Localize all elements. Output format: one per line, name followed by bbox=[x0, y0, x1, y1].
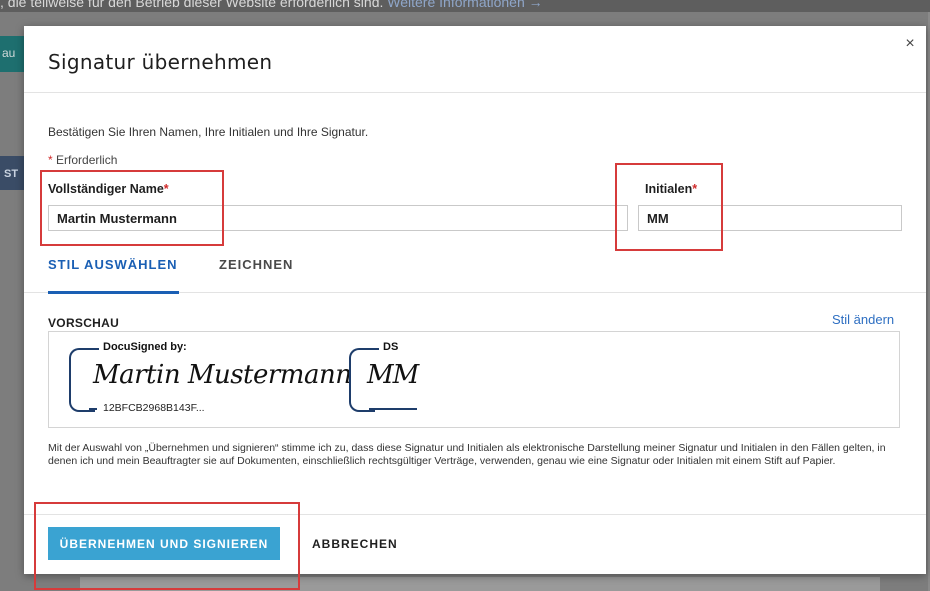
tab-select-style[interactable]: STIL AUSWÄHLEN bbox=[48, 257, 179, 294]
background-banner-text: , die teilweise für den Betrieb dieser W… bbox=[0, 0, 543, 10]
signature-bracket-bottom bbox=[89, 408, 97, 410]
preview-label: VORSCHAU bbox=[48, 316, 120, 330]
background-banner-message: , die teilweise für den Betrieb dieser W… bbox=[0, 0, 384, 10]
full-name-label: Vollständiger Name* bbox=[48, 182, 169, 196]
adopt-and-sign-button[interactable]: ÜBERNEHMEN UND SIGNIEREN bbox=[48, 527, 280, 560]
background-bottom-panel bbox=[80, 577, 880, 591]
initials-script: MM bbox=[367, 360, 419, 390]
initials-label: Initialen* bbox=[645, 182, 697, 196]
initials-input[interactable] bbox=[638, 205, 902, 231]
footer-divider bbox=[24, 514, 926, 515]
required-star: * bbox=[48, 153, 53, 167]
signature-bracket-top bbox=[89, 348, 99, 350]
signature-script: Martin Mustermann bbox=[93, 360, 352, 390]
background-banner-link: Weitere Informationen → bbox=[387, 0, 543, 10]
background-teal-tab-text: au bbox=[2, 46, 16, 60]
initials-bracket-bottom bbox=[369, 408, 417, 410]
full-name-required-star: * bbox=[163, 182, 169, 196]
background-strip-text: ST bbox=[4, 168, 19, 180]
initials-header: DS bbox=[383, 341, 399, 353]
initials-required-star: * bbox=[692, 182, 698, 196]
adopt-signature-dialog: Signatur übernehmen × Bestätigen Sie Ihr… bbox=[24, 26, 926, 574]
signature-mode-tabs: STIL AUSWÄHLEN ZEICHNEN bbox=[24, 248, 926, 294]
cancel-button[interactable]: ABBRECHEN bbox=[304, 527, 397, 560]
dialog-header: Signatur übernehmen × bbox=[24, 26, 926, 93]
change-style-link[interactable]: Stil ändern bbox=[832, 312, 894, 327]
initials-bracket-top bbox=[369, 348, 379, 350]
signature-header: DocuSigned by: bbox=[103, 341, 187, 353]
dialog-title: Signatur übernehmen bbox=[48, 50, 273, 74]
signature-code: 12BFCB2968B143F... bbox=[103, 402, 205, 414]
signature-preview-box: DocuSigned by: Martin Mustermann 12BFCB2… bbox=[48, 331, 900, 428]
initials-preview: DS MM bbox=[349, 341, 429, 414]
background-cookie-banner: , die teilweise für den Betrieb dieser W… bbox=[0, 0, 930, 12]
signature-preview: DocuSigned by: Martin Mustermann 12BFCB2… bbox=[69, 341, 352, 414]
initials-label-text: Initialen bbox=[645, 182, 693, 196]
signature-bracket bbox=[69, 348, 95, 412]
required-label: Erforderlich bbox=[56, 153, 118, 167]
full-name-input[interactable] bbox=[48, 205, 628, 231]
full-name-label-text: Vollständiger Name bbox=[48, 182, 164, 196]
tab-draw[interactable]: ZEICHNEN bbox=[219, 257, 299, 291]
intro-text: Bestätigen Sie Ihren Namen, Ihre Initial… bbox=[48, 125, 369, 139]
required-note: * Erforderlich bbox=[48, 153, 117, 167]
close-icon[interactable]: × bbox=[900, 34, 920, 54]
legal-consent-text: Mit der Auswahl von „Übernehmen und sign… bbox=[48, 442, 886, 467]
